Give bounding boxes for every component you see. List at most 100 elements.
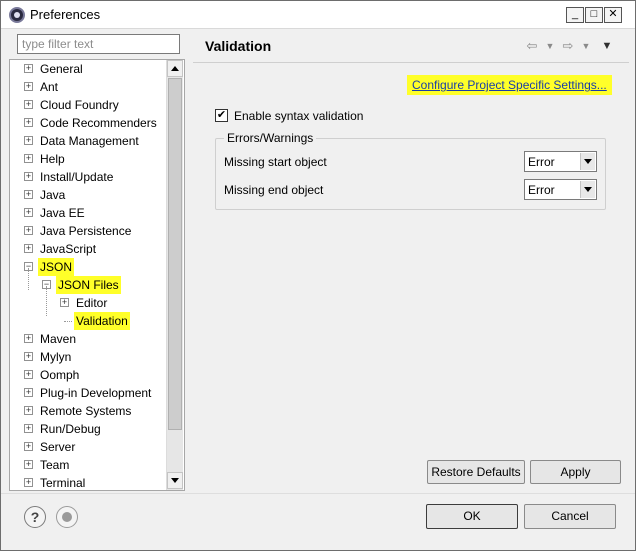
- tree-item-label: JSON: [38, 258, 75, 276]
- help-icon[interactable]: ?: [24, 506, 46, 528]
- maximize-icon[interactable]: □: [585, 7, 603, 23]
- expand-icon[interactable]: +: [24, 406, 33, 415]
- expand-icon[interactable]: +: [24, 424, 33, 433]
- tree-item-label: Server: [40, 440, 76, 454]
- tree-item-label: Cloud Foundry: [40, 98, 119, 112]
- tree-item[interactable]: + Ant: [10, 78, 165, 96]
- tree-connector: [46, 286, 47, 316]
- expand-icon[interactable]: +: [24, 226, 33, 235]
- preferences-tree: + Terminal + Team + Server + Run/Debug + Remote S…: [9, 59, 185, 491]
- title-bar: Preferences _ □ ✕: [1, 1, 635, 29]
- minimize-icon[interactable]: _: [566, 7, 584, 23]
- missing-start-object-label: Missing start object: [224, 155, 327, 169]
- back-dropdown-icon[interactable]: ▼: [542, 39, 558, 53]
- tree-item[interactable]: + Help: [10, 150, 165, 168]
- checkbox-checked-icon[interactable]: ✔: [215, 109, 228, 122]
- expand-icon[interactable]: +: [24, 64, 33, 73]
- chevron-down-icon[interactable]: [580, 181, 595, 198]
- tree-item[interactable]: + Terminal: [10, 474, 165, 490]
- tree-item-label: Mylyn: [40, 350, 72, 364]
- expand-icon[interactable]: +: [24, 370, 33, 379]
- expand-icon[interactable]: +: [24, 460, 33, 469]
- tree-scrollbar[interactable]: [166, 60, 183, 490]
- expand-icon[interactable]: +: [24, 334, 33, 343]
- expand-icon[interactable]: +: [24, 352, 33, 361]
- missing-end-object-select[interactable]: Error: [524, 179, 597, 200]
- tree-item[interactable]: + Mylyn: [10, 348, 165, 366]
- tree-item[interactable]: + Data Management: [10, 132, 165, 150]
- view-menu-icon[interactable]: ▼: [599, 39, 615, 53]
- tree-item-label: Editor: [76, 296, 108, 310]
- dialog-footer: ? OK Cancel: [1, 493, 635, 550]
- expand-icon[interactable]: +: [24, 154, 33, 163]
- tree-item[interactable]: + Java EE: [10, 204, 165, 222]
- expand-icon[interactable]: +: [24, 118, 33, 127]
- tree-item[interactable]: + Plug-in Development: [10, 384, 165, 402]
- back-arrow-icon[interactable]: ⇦: [524, 39, 540, 53]
- expand-icon[interactable]: +: [24, 208, 33, 217]
- expand-icon[interactable]: +: [24, 172, 33, 181]
- expand-icon[interactable]: +: [24, 244, 33, 253]
- expand-icon[interactable]: +: [60, 298, 69, 307]
- tree-item[interactable]: + JavaScript: [10, 240, 165, 258]
- cancel-button[interactable]: Cancel: [524, 504, 616, 529]
- page-title: Validation: [205, 38, 272, 54]
- tree-connector: [64, 321, 72, 322]
- tree-item[interactable]: + Remote Systems: [10, 402, 165, 420]
- missing-start-object-select[interactable]: Error: [524, 151, 597, 172]
- tree-item-label: Validation: [74, 312, 130, 330]
- tree-item[interactable]: + Server: [10, 438, 165, 456]
- tree-item[interactable]: + Install/Update: [10, 168, 165, 186]
- select-value: Error: [528, 155, 555, 169]
- forward-dropdown-icon[interactable]: ▼: [578, 39, 594, 53]
- expand-icon[interactable]: +: [24, 478, 33, 487]
- tree-item-label: Run/Debug: [40, 422, 101, 436]
- filter-input[interactable]: [17, 34, 180, 54]
- tree-item[interactable]: + Cloud Foundry: [10, 96, 165, 114]
- tree-item-label: Remote Systems: [40, 404, 132, 418]
- expand-icon[interactable]: +: [24, 442, 33, 451]
- tree-item-label: Code Recommenders: [40, 116, 157, 130]
- select-value: Error: [528, 183, 555, 197]
- configure-project-settings-link[interactable]: Configure Project Specific Settings...: [407, 75, 612, 95]
- tree-item-label: Java EE: [40, 206, 85, 220]
- tree-item[interactable]: − JSON Files: [10, 276, 165, 294]
- tree-item[interactable]: + Maven: [10, 330, 165, 348]
- tree-item[interactable]: + Editor: [10, 294, 165, 312]
- tree-item-label: Help: [40, 152, 65, 166]
- tree-item[interactable]: + General: [10, 60, 165, 78]
- errors-warnings-group: Errors/Warnings Missing start object Err…: [215, 131, 606, 210]
- chevron-down-icon[interactable]: [580, 153, 595, 170]
- tree-item-label: Ant: [40, 80, 59, 94]
- forward-arrow-icon[interactable]: ⇨: [560, 39, 576, 53]
- ok-button[interactable]: OK: [426, 504, 518, 529]
- tree-item[interactable]: Validation: [10, 312, 165, 330]
- tree-item[interactable]: + Run/Debug: [10, 420, 165, 438]
- expand-icon[interactable]: +: [24, 82, 33, 91]
- tree-item[interactable]: − JSON: [10, 258, 165, 276]
- scroll-down-icon[interactable]: [167, 472, 183, 489]
- tree-item[interactable]: + Java: [10, 186, 165, 204]
- record-icon[interactable]: [56, 506, 78, 528]
- scroll-up-icon[interactable]: [167, 60, 183, 77]
- page-header: Validation ⇦ ▼ ⇨ ▼ ▼: [193, 29, 629, 63]
- tree-item-label: Data Management: [40, 134, 139, 148]
- expand-icon[interactable]: +: [24, 190, 33, 199]
- expand-icon[interactable]: +: [24, 136, 33, 145]
- tree-item[interactable]: + Oomph: [10, 366, 165, 384]
- tree-item[interactable]: + Team: [10, 456, 165, 474]
- tree-item[interactable]: + Java Persistence: [10, 222, 165, 240]
- validation-page: Validation ⇦ ▼ ⇨ ▼ ▼ Configure Project S…: [193, 29, 629, 491]
- tree-item-label: Maven: [40, 332, 77, 346]
- scroll-thumb[interactable]: [168, 78, 182, 430]
- tree-item-label: Team: [40, 458, 70, 472]
- expand-icon[interactable]: +: [24, 388, 33, 397]
- tree-item-label: Java Persistence: [40, 224, 132, 238]
- expand-icon[interactable]: +: [24, 100, 33, 109]
- restore-defaults-button[interactable]: Restore Defaults: [427, 460, 525, 484]
- preferences-sidebar: + Terminal + Team + Server + Run/Debug + Remote S…: [9, 29, 185, 491]
- close-icon[interactable]: ✕: [604, 7, 622, 23]
- tree-item-label: JSON Files: [56, 276, 121, 294]
- tree-item[interactable]: + Code Recommenders: [10, 114, 165, 132]
- apply-button[interactable]: Apply: [530, 460, 621, 484]
